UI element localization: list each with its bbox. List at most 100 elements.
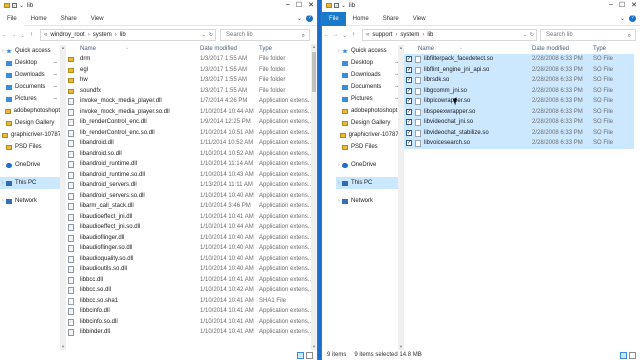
sidebar-item-graphicriver-107874[interactable]: graphicriver-107874: [336, 129, 402, 141]
maximize-button[interactable]: ☐: [619, 1, 625, 9]
column-header-name[interactable]: Name: [80, 46, 96, 52]
column-header-date[interactable]: Date modified: [532, 46, 569, 52]
breadcrumb-item[interactable]: windroy_root: [50, 32, 84, 38]
sidebar-item-this-pc[interactable]: › This PC: [336, 177, 402, 189]
sidebar-item-desktop[interactable]: Desktop ⊸: [0, 57, 60, 69]
checkbox-icon[interactable]: ✓: [406, 77, 412, 83]
tab-view[interactable]: View: [84, 12, 111, 26]
expand-chevron-icon[interactable]: ›: [338, 48, 342, 54]
tab-view[interactable]: View: [406, 12, 433, 26]
sidebar-item-adobephotoshopt[interactable]: adobephotoshopt: [336, 105, 402, 117]
file-row[interactable]: ✓ libvoicesearch.so 2/28/2008 6:33 PM SO Fi…: [404, 138, 634, 149]
chevron-down-icon[interactable]: ⌄: [523, 32, 527, 38]
refresh-icon[interactable]: ↻: [209, 32, 213, 38]
checkmark-icon[interactable]: ✓: [12, 3, 17, 8]
up-button[interactable]: ↑: [27, 32, 36, 38]
sidebar-item-graphicriver-107874[interactable]: graphicriver-107874: [0, 129, 64, 141]
breadcrumb-item[interactable]: lib: [427, 32, 433, 38]
checkbox-icon[interactable]: ✓: [406, 119, 412, 125]
file-row[interactable]: egl 1/3/2017 1:55 AM File folder: [66, 65, 311, 76]
file-row[interactable]: libbcinfo.dll 1/10/2014 10:41 AM Applicati…: [66, 306, 313, 317]
sidebar-item-onedrive[interactable]: › OneDrive: [0, 159, 60, 171]
file-row[interactable]: libbinder.dll 1/10/2014 10:41 AM Applicati…: [66, 327, 313, 338]
recent-locations-icon[interactable]: ⌄: [18, 32, 27, 39]
sidebar-item-pictures[interactable]: Pictures ⊸: [336, 93, 402, 105]
help-icon[interactable]: ?: [306, 15, 313, 22]
sidebar-item-desktop[interactable]: Desktop ⊸: [336, 57, 402, 69]
tab-file[interactable]: File: [322, 11, 346, 26]
maximize-button[interactable]: ☐: [296, 1, 302, 9]
sidebar-item-design-gallery[interactable]: Design Gallery: [0, 117, 60, 129]
column-header-date[interactable]: Date modified: [200, 46, 237, 52]
forward-button[interactable]: →: [331, 32, 340, 38]
file-row[interactable]: libarm_call_stack.dll 1/10/2014 3:46 PM Ap…: [66, 201, 313, 212]
file-row[interactable]: libaudioflinger.dll 1/10/2014 10:40 AM App…: [66, 233, 313, 244]
sidebar-item-psd-files[interactable]: PSD Files: [0, 141, 60, 153]
tab-file[interactable]: File: [0, 11, 24, 26]
sidebar-item-design-gallery[interactable]: Design Gallery: [336, 117, 402, 129]
details-view-button[interactable]: [297, 352, 304, 359]
file-row[interactable]: ✓ libvideochat_jni.so 2/28/2008 6:33 PM SO …: [404, 117, 634, 128]
checkbox-icon[interactable]: ✓: [406, 87, 412, 94]
sidebar-item-quick-access[interactable]: › Quick access: [336, 45, 402, 57]
file-row[interactable]: libbcinfo.so.dll 1/10/2014 10:41 AM Applic…: [66, 317, 313, 328]
refresh-icon[interactable]: ↻: [530, 32, 534, 38]
breadcrumb-item[interactable]: support: [372, 32, 392, 38]
file-row[interactable]: libaudioquality.so.dll 1/10/2014 10:40 AM…: [66, 254, 313, 265]
back-button[interactable]: ←: [0, 32, 9, 38]
search-input[interactable]: Search lib ⌕: [220, 29, 310, 41]
sidebar-item-documents[interactable]: Documents ⊸: [336, 81, 402, 93]
file-row[interactable]: libaudioeffect_jni.dll 1/10/2014 10:41 AM…: [66, 212, 313, 223]
column-header-name[interactable]: Name: [418, 46, 434, 52]
sidebar-item-this-pc[interactable]: › This PC: [0, 177, 60, 189]
minimize-button[interactable]: –: [286, 1, 290, 9]
file-row[interactable]: lib_renderControl_enc.dll 1/9/2014 12:25 …: [66, 117, 313, 128]
file-row[interactable]: libandroid_runtime.dll 1/10/2014 11:14 AM…: [66, 159, 313, 170]
sidebar-item-pictures[interactable]: Pictures ⊸: [0, 93, 60, 105]
file-row[interactable]: ✓ libgcomm_jni.so 2/28/2008 6:33 PM SO File: [404, 85, 634, 96]
close-button[interactable]: ✕: [631, 1, 637, 9]
chevron-down-icon[interactable]: ⌄: [202, 32, 206, 38]
checkbox-icon[interactable]: ✓: [406, 98, 412, 104]
file-row[interactable]: hw 1/3/2017 1:55 AM File folder: [66, 75, 311, 86]
help-icon[interactable]: ?: [629, 15, 636, 22]
column-header-type[interactable]: Type: [259, 46, 272, 52]
file-row[interactable]: ✓ libspeexwrapper.so 2/28/2008 6:33 PM SO F…: [404, 106, 634, 117]
file-row[interactable]: ✓ libflint_engine_jni_api.so 2/28/2008 6:3…: [404, 64, 634, 75]
file-row[interactable]: libbcc.so.dll 1/10/2014 10:42 AM Applicati…: [66, 285, 313, 296]
sidebar-item-downloads[interactable]: Downloads ⊸: [0, 69, 60, 81]
tab-share[interactable]: Share: [376, 12, 406, 26]
scroll-thumb[interactable]: [312, 52, 316, 92]
sidebar-item-onedrive[interactable]: › OneDrive: [336, 159, 402, 171]
minimize-button[interactable]: –: [609, 1, 613, 9]
file-row[interactable]: ✓ libvideochat_stabilize.so 2/28/2008 6:33…: [404, 127, 634, 138]
quick-access-dropdown-icon[interactable]: ⌄: [19, 2, 24, 9]
checkbox-icon[interactable]: ✓: [406, 56, 412, 62]
breadcrumb-item[interactable]: system: [400, 32, 419, 38]
tab-home[interactable]: Home: [346, 12, 376, 26]
file-row[interactable]: libandroid.so.dll 1/10/2014 10:52 AM Appli…: [66, 149, 313, 160]
checkbox-icon[interactable]: ✓: [406, 129, 412, 136]
back-button[interactable]: ←: [322, 32, 331, 38]
address-bar[interactable]: « support › system › lib ⌄ ↻: [362, 29, 537, 41]
recent-locations-icon[interactable]: ⌄: [340, 32, 349, 39]
expand-ribbon-icon[interactable]: ⌄: [620, 15, 625, 22]
up-button[interactable]: ↑: [349, 32, 358, 38]
sidebar-item-network[interactable]: › Network: [0, 195, 60, 207]
file-row[interactable]: libaudioflinger.so.dll 1/10/2014 10:40 AM…: [66, 243, 313, 254]
tab-share[interactable]: Share: [54, 12, 84, 26]
quick-access-dropdown-icon[interactable]: ⌄: [341, 2, 346, 9]
checkbox-icon[interactable]: ✓: [406, 108, 412, 115]
file-row[interactable]: ✓ libfilterpack_facedetect.so 2/28/2008 6:…: [404, 54, 634, 65]
file-row[interactable]: libandroid_servers.so.dll 1/10/2014 10:40…: [66, 191, 313, 202]
checkbox-icon[interactable]: ✓: [406, 66, 412, 73]
file-row[interactable]: lib_renderControl_enc.so.dll 1/10/2014 10…: [66, 128, 313, 139]
checkmark-icon[interactable]: ✓: [334, 3, 339, 8]
file-row[interactable]: soundfx 1/3/2017 1:55 AM File folder: [66, 86, 311, 97]
expand-chevron-icon[interactable]: ›: [2, 48, 6, 54]
search-input[interactable]: Search lib ⌕: [540, 29, 636, 41]
tab-home[interactable]: Home: [24, 12, 54, 26]
sidebar-item-documents[interactable]: Documents ⊸: [0, 81, 60, 93]
sidebar-item-downloads[interactable]: Downloads ⊸: [336, 69, 402, 81]
file-row[interactable]: libandroid_servers.dll 1/13/2014 11:11 AM…: [66, 180, 313, 191]
